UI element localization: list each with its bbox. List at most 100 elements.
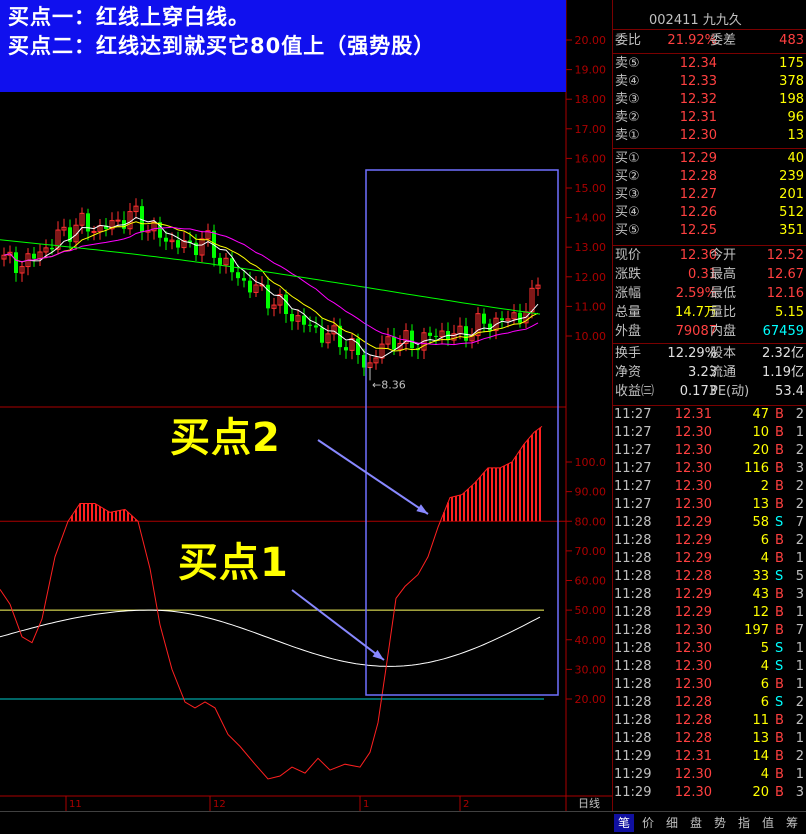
candle-body-up [91, 230, 97, 233]
fundamental-value-2: 2.32亿 [762, 346, 804, 361]
fundamental-label: 收益㈢ [615, 384, 655, 399]
candle-body-down [164, 237, 168, 242]
bid-row[interactable]: 买③ 12.27 201 [613, 186, 806, 204]
panel-tab[interactable]: 值 [758, 814, 778, 832]
tick-side: B [775, 461, 784, 476]
panel-tab[interactable]: 盘 [686, 814, 706, 832]
tick-time: 11:27 [614, 461, 652, 476]
ask-row[interactable]: 卖② 12.31 96 [613, 109, 806, 127]
bid-row[interactable]: 买④ 12.26 512 [613, 204, 806, 222]
ask-price: 12.32 [679, 92, 717, 107]
candle-body-down [488, 323, 492, 331]
tick-time: 11:27 [614, 497, 652, 512]
tick-count: 1 [795, 641, 804, 656]
bid-label: 买① [615, 151, 640, 166]
tick-side: S [775, 641, 784, 656]
panel-tab[interactable]: 细 [662, 814, 682, 832]
fundamental-row: 净资 3.23 流通 1.19亿 [613, 364, 806, 382]
candle-body-down [236, 272, 240, 279]
candle-body-down [218, 257, 222, 265]
tick-volume: 58 [752, 515, 769, 530]
arrow-buy-point-1 [291, 589, 385, 661]
tick-volume: 14 [752, 749, 769, 764]
stock-code: 002411 [649, 13, 699, 28]
tick-side: B [775, 605, 784, 620]
tick-row: 11:28 12.28 33 S 5 [613, 568, 806, 586]
tick-volume: 6 [760, 677, 769, 692]
candle-body-down [32, 253, 36, 259]
tick-volume: 43 [752, 587, 769, 602]
bid-row[interactable]: 买⑤ 12.25 351 [613, 222, 806, 240]
stat-row: 外盘 79087 内盘 67459 [613, 323, 806, 341]
tick-volume: 4 [760, 767, 769, 782]
tick-time: 11:28 [614, 731, 652, 746]
bid-row[interactable]: 买① 12.29 40 [613, 150, 806, 168]
ask-row[interactable]: 卖③ 12.32 198 [613, 91, 806, 109]
tick-count: 2 [795, 479, 804, 494]
price-tick-label: 20.00 [575, 34, 607, 47]
kline-chart[interactable]: 20.00 19.00 18.00 17.00 16.00 15.00 14.00 13.00… [0, 0, 612, 811]
tick-volume: 12 [752, 605, 769, 620]
tick-price: 12.29 [674, 533, 712, 548]
stat-row: 涨跌 0.31 最高 12.67 [613, 266, 806, 284]
arrow-buy-point-2 [317, 439, 429, 515]
tick-time: 11:29 [614, 767, 652, 782]
tick-time: 11:28 [614, 623, 652, 638]
tick-count: 1 [795, 605, 804, 620]
ask-price: 12.31 [679, 110, 717, 125]
tick-side: B [775, 551, 784, 566]
tick-row: 11:28 12.29 4 B 1 [613, 550, 806, 568]
tick-row: 11:28 12.29 6 B 2 [613, 532, 806, 550]
period-label[interactable]: 日线 [566, 796, 612, 811]
tick-row: 11:27 12.30 2 B 2 [613, 478, 806, 496]
tick-price: 12.28 [674, 695, 712, 710]
ask-volume: 378 [779, 74, 804, 89]
tick-time: 11:29 [614, 749, 652, 764]
bottom-bar: 笔价细盘势指值筹 [0, 811, 806, 834]
tick-row: 11:28 12.28 6 S 2 [613, 694, 806, 712]
bid-row[interactable]: 买② 12.28 239 [613, 168, 806, 186]
candle-body-down [464, 326, 468, 341]
candle-body-down [482, 313, 486, 324]
panel-tab[interactable]: 指 [734, 814, 754, 832]
tick-volume: 6 [760, 533, 769, 548]
tick-time: 11:28 [614, 551, 652, 566]
weicha-value: 483 [779, 33, 804, 48]
tick-price: 12.28 [674, 713, 712, 728]
ask-row[interactable]: 卖① 12.30 13 [613, 127, 806, 145]
bid-price: 12.29 [679, 151, 717, 166]
price-tick-label: 15.00 [575, 182, 607, 195]
ask-label: 卖③ [615, 92, 640, 107]
candle-body-down [434, 335, 438, 337]
tick-side: S [775, 515, 784, 530]
panel-tab[interactable]: 笔 [614, 814, 634, 832]
panel-tab[interactable]: 势 [710, 814, 730, 832]
tick-side: B [775, 425, 784, 440]
tick-time: 11:28 [614, 713, 652, 728]
price-tick-label: 19.00 [575, 64, 607, 77]
tick-count: 1 [795, 767, 804, 782]
ask-row[interactable]: 卖④ 12.33 378 [613, 73, 806, 91]
tick-time: 11:28 [614, 677, 652, 692]
bid-label: 买② [615, 169, 640, 184]
tick-side: S [775, 659, 784, 674]
ind-tick-label: 20.00 [575, 693, 607, 706]
bid-price: 12.25 [679, 223, 717, 238]
banner-line-1: 买点一：红线上穿白线。 [8, 5, 250, 29]
tick-price: 12.30 [674, 641, 712, 656]
bid-price: 12.27 [679, 187, 717, 202]
ask-row[interactable]: 卖⑤ 12.34 175 [613, 55, 806, 73]
tick-side: B [775, 749, 784, 764]
tick-volume: 20 [752, 785, 769, 800]
tick-count: 2 [795, 497, 804, 512]
bid-volume: 351 [779, 223, 804, 238]
stat-value-2: 67459 [762, 324, 804, 339]
price-tick-label: 13.00 [575, 241, 607, 254]
ask-volume: 13 [787, 128, 804, 143]
panel-tab[interactable]: 价 [638, 814, 658, 832]
fundamental-label-2: 股本 [710, 346, 737, 361]
tick-volume: 20 [752, 443, 769, 458]
tick-count: 3 [795, 587, 804, 602]
panel-tab[interactable]: 筹 [782, 814, 802, 832]
tick-volume: 2 [760, 479, 769, 494]
